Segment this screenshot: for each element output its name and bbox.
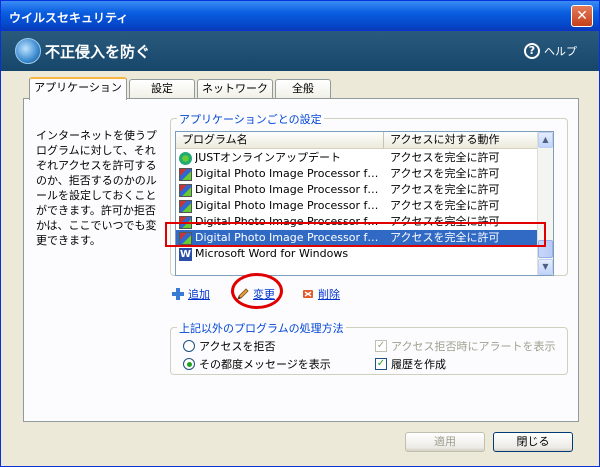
description-text: インターネットを使うプログラムに対して、それぞれアクセスを許可するのか、拒否する… [36,129,157,247]
help-label: ヘルプ [544,45,577,58]
column-access-action[interactable]: アクセスに対する動作 [384,132,538,149]
table-row[interactable]: Digital Photo Image Processor for Int...… [176,198,538,214]
delete-icon [303,290,313,298]
list-scrollbar[interactable]: ▲ ▼ [537,132,553,275]
tab-settings[interactable]: 設定 [129,79,195,99]
close-button[interactable]: 閉じる [493,432,573,452]
other-programs-legend: 上記以外のプログラムの処理方法 [177,320,346,336]
access-action-cell [384,246,538,262]
table-row[interactable]: Digital Photo Image Processor for Int...… [176,166,538,182]
security-window: ウイルスセキュリティ ✕ 不正侵入を防ぐ ? ヘルプ アプリケーション 設定 ネ… [0,0,600,467]
access-action-cell: アクセスを完全に許可 [390,199,500,212]
photo-icon [179,167,192,181]
add-link[interactable]: 追加 [171,286,210,302]
selected-row-highlight [165,222,546,247]
title-bar[interactable]: ウイルスセキュリティ ✕ [1,1,599,31]
table-row[interactable]: Digital Photo Image Processor for Int...… [176,182,538,198]
add-icon [172,288,184,300]
help-link[interactable]: ? ヘルプ [524,43,577,59]
option-alert[interactable]: ✓ アクセス拒否時にアラートを表示 [375,338,555,354]
header-band: 不正侵入を防ぐ ? ヘルプ [1,31,599,71]
delete-link[interactable]: 削除 [301,286,340,302]
column-program-name[interactable]: プログラム名 [176,132,384,149]
apply-button[interactable]: 適用 [405,432,485,452]
app-settings-legend: アプリケーションごとの設定 [177,111,324,127]
program-name: Digital Photo Image Processor for Int... [195,167,384,180]
option-history[interactable]: ✓ 履歴を作成 [375,356,446,372]
program-name-cell: Digital Photo Image Processor for Int... [176,166,384,182]
help-icon: ? [524,43,540,59]
history-label: 履歴を作成 [391,358,446,371]
program-list[interactable]: プログラム名 アクセスに対する動作 JUSTオンラインアップデートアクセスを完全… [175,131,554,276]
other-programs-group: 上記以外のプログラムの処理方法 アクセスを拒否 その都度メッセージを表示 ✓ ア… [170,320,568,375]
history-checkbox[interactable]: ✓ [375,358,387,370]
program-name-cell: JUSTオンラインアップデート [176,150,384,166]
application-tab-panel: インターネットを使うプログラムに対して、それぞれアクセスを許可するのか、拒否する… [23,98,579,422]
program-name-cell: W Microsoft Word for Windows [176,246,384,262]
program-name-cell: Digital Photo Image Processor for Int... [176,198,384,214]
table-row[interactable]: JUSTオンラインアップデート アクセスを完全に許可 [176,150,538,166]
program-name: Digital Photo Image Processor for Int... [195,183,384,196]
access-action-cell: アクセスを完全に許可 [390,151,500,164]
security-shield-icon [15,38,41,64]
page-title: 不正侵入を防ぐ [45,43,151,61]
delete-label: 削除 [318,288,340,301]
add-label: 追加 [188,288,210,301]
close-window-button[interactable]: ✕ [571,5,593,27]
photo-icon [179,199,192,213]
option-deny[interactable]: アクセスを拒否 [183,338,275,354]
tab-network[interactable]: ネットワーク [197,79,273,99]
photo-icon [179,183,192,197]
alert-checkbox[interactable]: ✓ [375,340,387,352]
access-action-cell: アクセスを完全に許可 [390,167,500,180]
tab-application[interactable]: アプリケーション [29,77,127,100]
prompt-label: その都度メッセージを表示 [199,358,331,371]
program-name: Microsoft Word for Windows [195,247,349,260]
window-title: ウイルスセキュリティ [9,11,129,25]
prompt-radio[interactable] [183,358,195,370]
word-icon: W [179,247,192,261]
just-icon [179,151,192,165]
program-name: Digital Photo Image Processor for Int... [195,199,384,212]
deny-label: アクセスを拒否 [199,340,276,353]
deny-radio[interactable] [183,340,195,352]
change-highlight-circle [231,273,283,309]
scroll-up-icon[interactable]: ▲ [538,132,553,148]
program-name-cell: Digital Photo Image Processor for Int... [176,182,384,198]
app-settings-group: アプリケーションごとの設定 プログラム名 アクセスに対する動作 JUSTオンライ… [170,111,568,276]
alert-label: アクセス拒否時にアラートを表示 [391,340,556,353]
scroll-down-icon[interactable]: ▼ [538,259,553,275]
tab-general[interactable]: 全般 [275,79,331,99]
list-header: プログラム名 アクセスに対する動作 [176,132,538,149]
program-name: JUSTオンラインアップデート [195,151,341,164]
option-prompt[interactable]: その都度メッセージを表示 [183,356,331,372]
access-action-cell: アクセスを完全に許可 [390,183,500,196]
table-row[interactable]: W Microsoft Word for Windows [176,246,538,262]
